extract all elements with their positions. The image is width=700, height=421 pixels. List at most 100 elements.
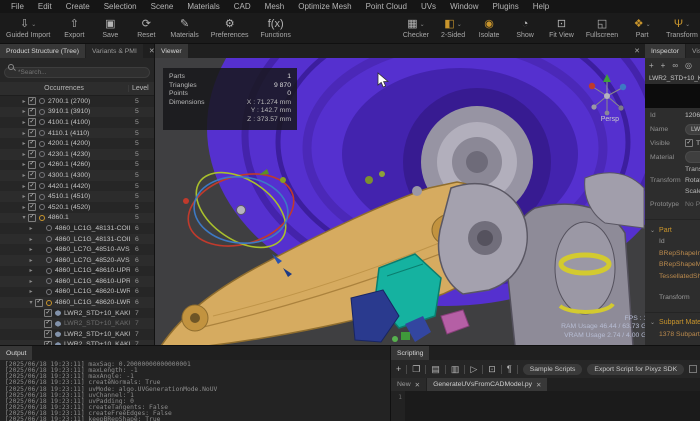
tree-item-label[interactable]: 4860_LC1G_48131-COIL_SPRG_R [55, 225, 130, 232]
tree-row[interactable]: 4510.1 (4510) 5 [0, 191, 154, 202]
tree-item-label[interactable]: 4860_LC7G_48520-AVS_ABSR_LH [55, 257, 130, 264]
code-editor[interactable]: 1 [391, 391, 700, 421]
expander-icon[interactable] [27, 278, 35, 285]
menu-item[interactable]: Scene [144, 2, 181, 11]
tab-variants-pmi[interactable]: Variants & PMI [86, 44, 143, 58]
expander-icon[interactable] [27, 246, 35, 253]
tree-item-label[interactable]: 4420.1 (4420) [48, 183, 130, 190]
expander-icon[interactable] [27, 288, 35, 295]
tab-visualization[interactable]: Visualization [686, 44, 700, 58]
expander-icon[interactable] [20, 183, 28, 190]
focus-selection-icon[interactable]: ◎ [685, 61, 692, 70]
save-script-icon[interactable]: ▤ [431, 365, 440, 374]
expander-icon[interactable] [27, 267, 35, 274]
tree-row[interactable]: LWR2_STD+10_KAKUNIN 7 [0, 308, 154, 319]
property-row[interactable]: TessellatedShape [645, 271, 700, 283]
checkbox[interactable] [28, 161, 36, 169]
tree-item-label[interactable]: 4520.1 (4520) [48, 204, 130, 211]
add-occurrence-icon[interactable]: + [649, 61, 654, 70]
tree-item-label[interactable]: 4860_LC1G_48620-LWR1_ARM_R [55, 288, 130, 295]
checkbox[interactable] [689, 365, 697, 373]
expander-icon[interactable] [20, 204, 28, 211]
property-row[interactable]: Transform [645, 292, 700, 304]
pilcrow-icon[interactable]: ¶ [507, 365, 512, 374]
add-component-icon[interactable]: + [661, 61, 666, 70]
transform-translation[interactable]: Translation [685, 164, 700, 175]
checker-button[interactable]: ▦⌄ Checker [403, 17, 429, 39]
tree-row[interactable]: 4100.1 (4100) 5 [0, 117, 154, 128]
part-button[interactable]: ❖⌄ Part [630, 17, 654, 39]
checkbox[interactable] [28, 108, 36, 116]
close-icon[interactable]: ✕ [536, 381, 541, 389]
tree-row[interactable]: LWR2_STD+10_KAKUNIN 7 [0, 340, 154, 345]
menu-item[interactable]: File [4, 2, 31, 11]
tree-row[interactable]: 4860_LC1G_48610-UPR2_ARM_R 6 [0, 276, 154, 287]
fit-view-button[interactable]: ⊡⌄ Fit View [549, 17, 574, 39]
run-script-icon[interactable]: ▷ [470, 365, 477, 374]
tree-item-label[interactable]: 3910.1 (3910) [48, 108, 130, 115]
tree-item-label[interactable]: LWR2_STD+10_KAKUNIN [64, 341, 130, 345]
isolate-button[interactable]: ◉⌄ Isolate [477, 17, 501, 39]
property-row[interactable]: 1378 Subpart Materials [645, 329, 700, 341]
expander-icon[interactable] [27, 236, 35, 243]
menu-item[interactable]: CAD [227, 2, 258, 11]
checkbox[interactable] [35, 299, 43, 307]
tree-row[interactable]: 4860_LC1G_48131-COIL_SPRG_R 6 [0, 223, 154, 234]
tree-row[interactable]: 4860_LC7G_48510-AVS_ABSR_RH 6 [0, 244, 154, 255]
checkbox[interactable] [28, 203, 36, 211]
tab-inspector[interactable]: Inspector [645, 44, 685, 58]
visible-checkbox[interactable] [685, 139, 693, 147]
tree-row[interactable]: 4520.1 (4520) 5 [0, 202, 154, 213]
menu-item[interactable]: Create [59, 2, 97, 11]
expander-icon[interactable] [20, 172, 28, 179]
section-subpart-materials-header[interactable]: Subpart Materials [645, 317, 700, 329]
expander-icon[interactable] [27, 299, 35, 306]
tree-item-label[interactable]: 4100.1 (4100) [48, 119, 130, 126]
export-sdk-button[interactable]: Export Script for Pixyz SDK [587, 364, 684, 375]
tree-item-label[interactable]: 4860.1 [48, 214, 130, 221]
expander-icon[interactable] [20, 98, 28, 105]
tab-product-structure[interactable]: Product Structure (Tree) [0, 44, 85, 58]
prototype-link-icon[interactable]: ∞ [672, 61, 678, 70]
transform-scale[interactable]: Scale [685, 186, 700, 197]
two-sided-button[interactable]: ◧⌄ 2-Sided [441, 17, 465, 39]
reset-button[interactable]: ⟳⌄ Reset [134, 17, 158, 39]
checkbox[interactable] [28, 118, 36, 126]
tree-row[interactable]: 4860_LC1G_48131-COIL_SPRG_R 6 [0, 234, 154, 245]
tree-row[interactable]: 4860_LC7G_48520-AVS_ABSR_LH 6 [0, 255, 154, 266]
checkbox[interactable] [28, 182, 36, 190]
chevron-down-icon[interactable]: ⌄ [31, 21, 36, 28]
checkbox[interactable] [44, 330, 52, 338]
menu-item[interactable]: Edit [31, 2, 59, 11]
tree-item-label[interactable]: 4200.1 (4200) [48, 140, 130, 147]
tree-item-label[interactable]: 4860_LC1G_48610-UPR2_ARM_R [55, 278, 130, 285]
tree-row[interactable]: LWR2_STD+10_KAKUNIN 7 [0, 329, 154, 340]
tree-item-label[interactable]: 4860_LC1G_48131-COIL_SPRG_R [55, 236, 130, 243]
chevron-down-icon[interactable]: ⌄ [646, 21, 651, 28]
column-occurrences[interactable]: Occurrences [0, 85, 128, 92]
expander-icon[interactable] [27, 257, 35, 264]
save-button[interactable]: ▣⌄ Save [98, 17, 122, 39]
tree-item-label[interactable]: 4230.1 (4230) [48, 151, 130, 158]
materials-button[interactable]: ✎⌄ Materials [170, 17, 198, 39]
tree-item-label[interactable]: LWR2_STD+10_KAKUNIN [64, 310, 130, 317]
preferences-button[interactable]: ⚙⌄ Preferences [211, 17, 249, 39]
tree-item-label[interactable]: LWR2_STD+10_KAKUNIN [64, 320, 130, 327]
sample-scripts-button[interactable]: Sample Scripts [523, 364, 583, 375]
tree-item-label[interactable]: 4260.1 (4260) [48, 161, 130, 168]
functions-button[interactable]: f(x)⌄ Functions [261, 17, 291, 39]
camera-mode-label[interactable]: Persp [601, 116, 619, 123]
show-button[interactable]: ◔⌄ Show [513, 17, 537, 39]
search-input[interactable] [4, 67, 150, 78]
expander-icon[interactable] [20, 108, 28, 115]
checkbox[interactable] [28, 140, 36, 148]
new-script-icon[interactable]: + [396, 365, 401, 374]
view-orientation-gizmo[interactable] [585, 72, 629, 116]
menu-item[interactable]: Window [443, 2, 485, 11]
save-all-scripts-icon[interactable]: ▥ [451, 365, 460, 374]
chevron-down-icon[interactable]: ⌄ [420, 21, 425, 28]
transform-rotation[interactable]: Rotation [685, 175, 700, 186]
tree-item-label[interactable]: 4300.1 (4300) [48, 172, 130, 179]
expander-icon[interactable] [20, 151, 28, 158]
chevron-down-icon[interactable]: ⌄ [457, 21, 462, 28]
